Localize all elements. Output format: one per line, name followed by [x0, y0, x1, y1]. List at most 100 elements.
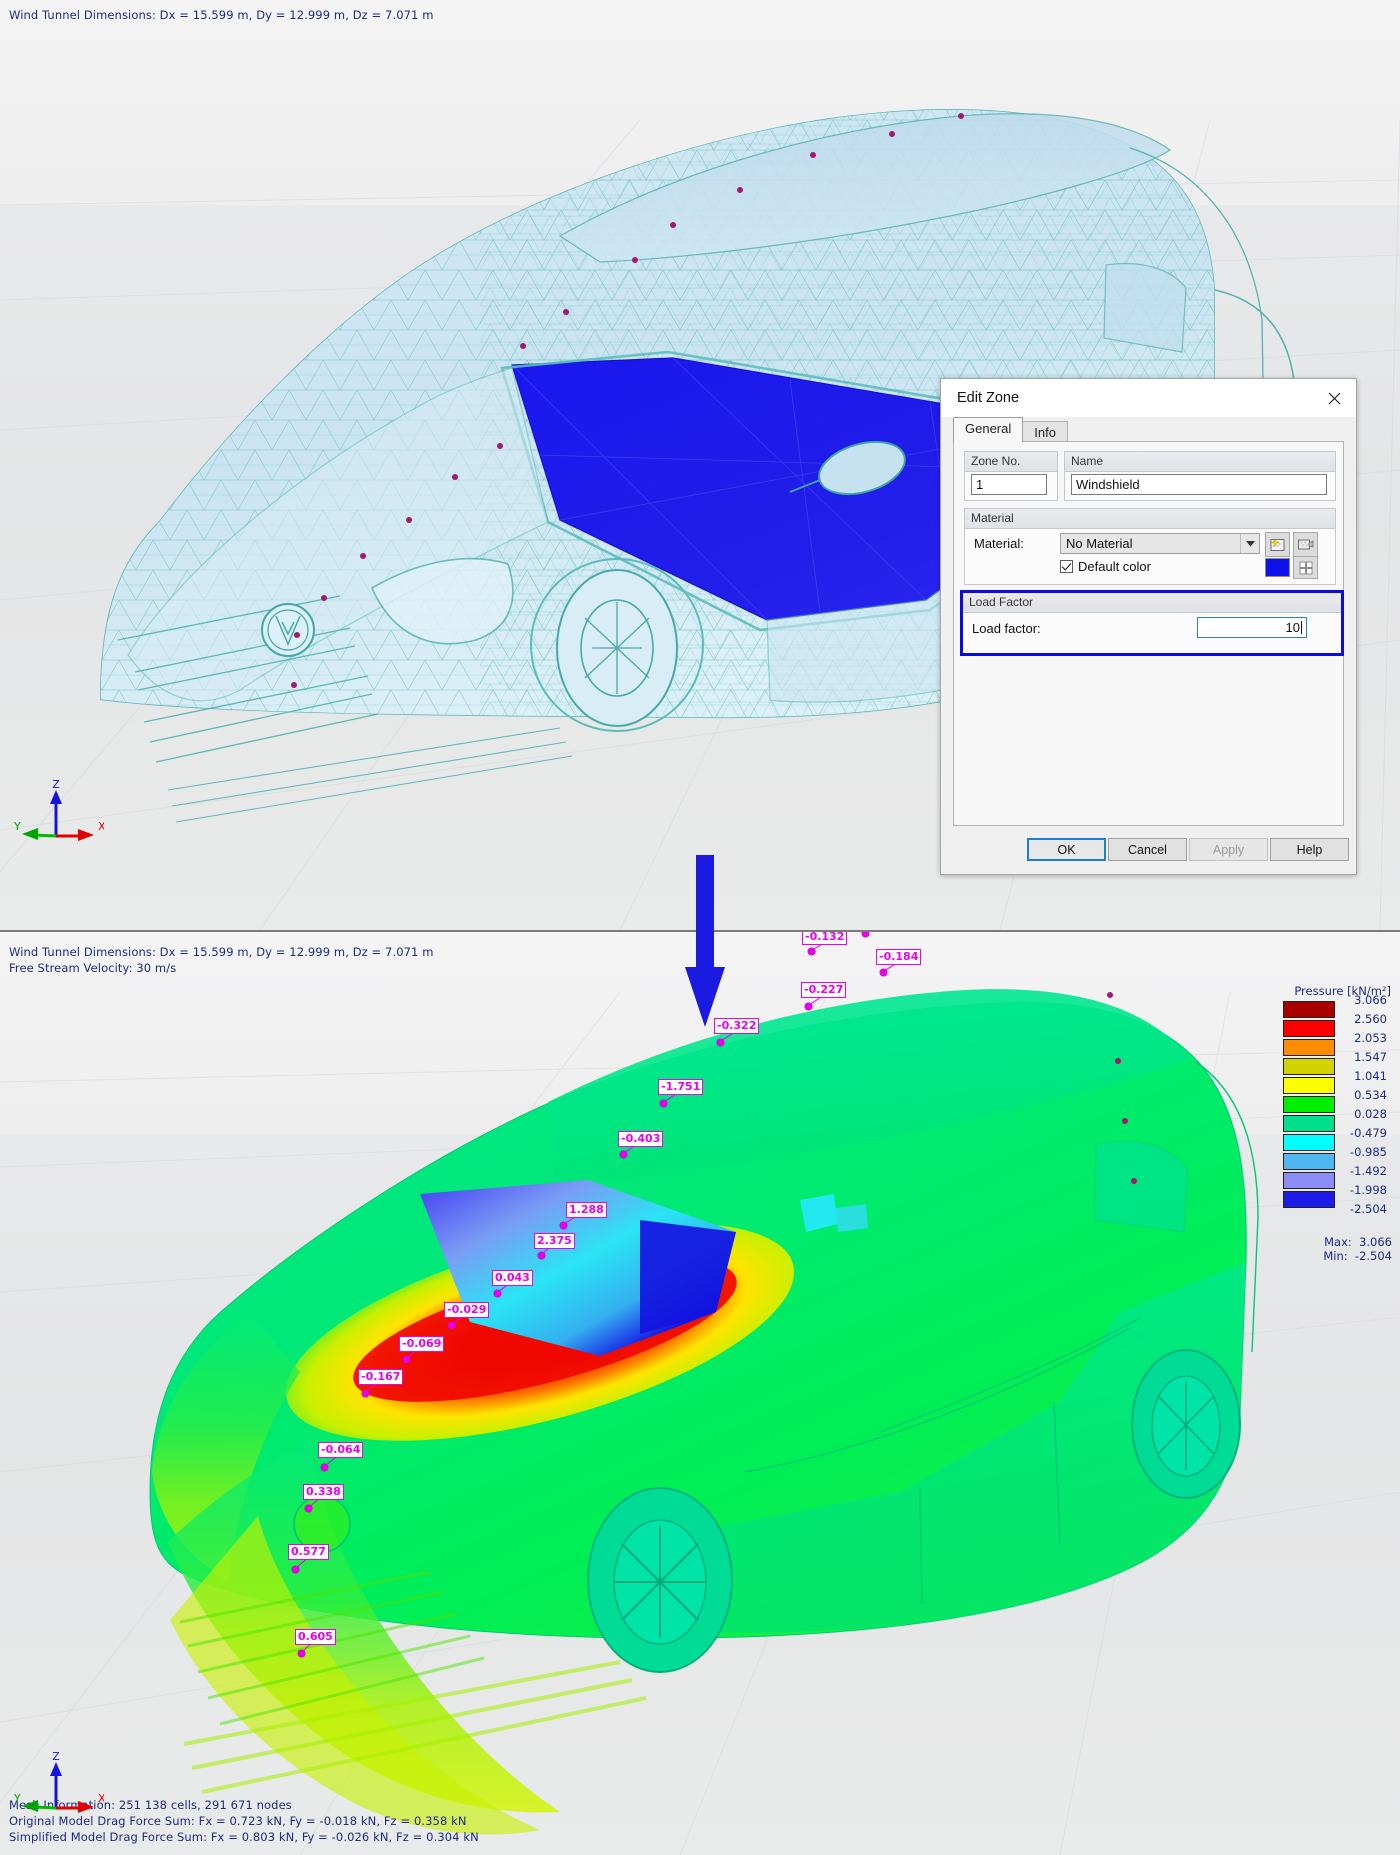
wind-tunnel-info-bottom: Wind Tunnel Dimensions: Dx = 15.599 m, D…: [9, 944, 434, 976]
chevron-down-icon[interactable]: [1240, 534, 1259, 553]
name-group: Name Windshield: [1064, 451, 1336, 501]
svg-text:Z: Z: [52, 778, 60, 791]
legend-min-label: Min:: [1323, 1249, 1348, 1263]
zone-no-group-label: Zone No.: [965, 452, 1057, 472]
new-material-icon: [1270, 537, 1285, 551]
seed-point: [452, 474, 458, 480]
svg-text:Z: Z: [52, 1750, 60, 1763]
load-factor-value: 10: [1285, 620, 1300, 635]
color-picker-button[interactable]: [1293, 556, 1318, 579]
car-pressure-contour-model[interactable]: [0, 932, 1400, 1855]
legend-tick-value: 0.534: [1354, 1088, 1387, 1102]
dialog-tabstrip[interactable]: General Info: [953, 417, 1068, 444]
seed-point: [1131, 1178, 1137, 1184]
legend-color-swatch: [1283, 1134, 1335, 1151]
legend-tick-value: 2.053: [1354, 1031, 1387, 1045]
load-factor-group-label: Load Factor: [963, 593, 1341, 613]
seed-point: [291, 682, 297, 688]
legend-tick-value: 2.560: [1354, 1012, 1387, 1026]
legend-color-swatch: [1283, 1077, 1335, 1094]
close-icon-glyph: [1328, 392, 1340, 404]
material-field-label: Material:: [974, 536, 1024, 551]
legend-tick-value: 0.028: [1354, 1107, 1387, 1121]
legend-scale: 3.066 2.560 2.053 1.547 1.041 0.534 0.028 -0.47…: [1277, 993, 1392, 1229]
svg-text:Y: Y: [14, 820, 21, 833]
ok-button[interactable]: OK: [1027, 838, 1106, 861]
seed-point: [1115, 1058, 1121, 1064]
new-material-button[interactable]: [1265, 532, 1290, 557]
zone-name-input[interactable]: Windshield: [1071, 474, 1327, 495]
svg-text:X: X: [98, 820, 104, 833]
seed-point: [497, 443, 503, 449]
default-color-checkbox[interactable]: Default color: [1060, 559, 1151, 574]
legend-tick-value: 1.041: [1354, 1069, 1387, 1083]
legend-color-swatch: [1283, 1020, 1335, 1037]
seed-point: [1107, 992, 1113, 998]
dialog-tab-panel-general: Zone No. 1 Name Windshield Material Mate…: [953, 441, 1344, 826]
seed-point: [406, 517, 412, 523]
seed-point: [321, 595, 327, 601]
legend-tick-value: -1.492: [1349, 1164, 1387, 1178]
zone-name-value: Windshield: [1076, 477, 1140, 492]
edit-material-button[interactable]: [1293, 532, 1318, 557]
zone-no-value: 1: [976, 477, 984, 492]
seed-point: [1122, 1118, 1128, 1124]
seed-point: [958, 113, 964, 119]
load-factor-input[interactable]: 10: [1197, 617, 1307, 638]
color-swatch[interactable]: [1265, 558, 1290, 577]
load-factor-group: Load Factor Load factor: 10: [960, 590, 1344, 656]
legend-row: -2.504: [1277, 1202, 1392, 1229]
legend-tick-value: -1.998: [1349, 1183, 1387, 1197]
axis-triad-bottom: Z X Y: [14, 1750, 104, 1820]
cancel-button[interactable]: Cancel: [1108, 838, 1187, 861]
legend-color-swatch: [1283, 1096, 1335, 1113]
legend-color-swatch: [1283, 1001, 1335, 1018]
legend-max-value: 3.066: [1359, 1235, 1392, 1249]
material-select[interactable]: No Material: [1060, 533, 1260, 554]
tab-general[interactable]: General: [953, 417, 1024, 442]
zone-no-input[interactable]: 1: [971, 474, 1047, 495]
legend-color-swatch: [1283, 1191, 1335, 1208]
legend-max-label: Max:: [1324, 1235, 1352, 1249]
checkbox-box: [1060, 560, 1073, 573]
help-button[interactable]: Help: [1270, 838, 1349, 861]
legend-color-swatch: [1283, 1153, 1335, 1170]
legend-color-swatch: [1283, 1058, 1335, 1075]
legend-tick-value: -2.504: [1349, 1202, 1387, 1216]
legend-tick-value: -0.479: [1349, 1126, 1387, 1140]
svg-text:Y: Y: [14, 1792, 21, 1805]
dialog-titlebar[interactable]: Edit Zone: [941, 379, 1356, 418]
seed-point: [810, 152, 816, 158]
wind-tunnel-dimensions-bottom: Wind Tunnel Dimensions: Dx = 15.599 m, D…: [9, 945, 434, 959]
legend-tick-value: -0.985: [1349, 1145, 1387, 1159]
legend-color-swatch: [1283, 1115, 1335, 1132]
seed-point: [670, 222, 676, 228]
dialog-title: Edit Zone: [957, 390, 1020, 406]
zone-no-group: Zone No. 1: [964, 451, 1058, 501]
flow-direction-arrow: [685, 855, 725, 1027]
legend-tick-value: 3.066: [1354, 993, 1387, 1007]
material-selected-value: No Material: [1066, 536, 1133, 551]
text-caret: [1301, 621, 1302, 634]
seed-point: [563, 309, 569, 315]
edit-zone-dialog[interactable]: Edit Zone General Info Zone No. 1 Name W…: [940, 378, 1357, 875]
axis-triad-top: Z X Y: [14, 778, 104, 848]
seed-point: [294, 632, 300, 638]
wind-tunnel-dimensions-top: Wind Tunnel Dimensions: Dx = 15.599 m, D…: [9, 8, 434, 22]
legend-min-max: Max: 3.066 Min: -2.504: [1277, 1235, 1392, 1263]
legend-color-swatch: [1283, 1172, 1335, 1189]
svg-text:X: X: [98, 1792, 104, 1805]
load-factor-field-label: Load factor:: [972, 621, 1041, 636]
name-group-label: Name: [1065, 452, 1335, 472]
seed-point: [889, 131, 895, 137]
default-color-label: Default color: [1078, 559, 1151, 574]
close-icon[interactable]: [1312, 379, 1356, 417]
material-library-icon: [1297, 539, 1313, 549]
dialog-button-row: OK Cancel Apply Help: [941, 826, 1356, 874]
material-group-label: Material: [965, 509, 1335, 529]
legend-color-swatch: [1283, 1210, 1335, 1227]
dialog-body: General Info Zone No. 1 Name Windshield …: [941, 417, 1356, 874]
pressure-result-viewport[interactable]: -0.079 -0.271 -0.132 -0.184 -0.227 -0.32…: [0, 932, 1400, 1855]
legend-color-swatch: [1283, 1039, 1335, 1056]
legend-tick-value: 1.547: [1354, 1050, 1387, 1064]
